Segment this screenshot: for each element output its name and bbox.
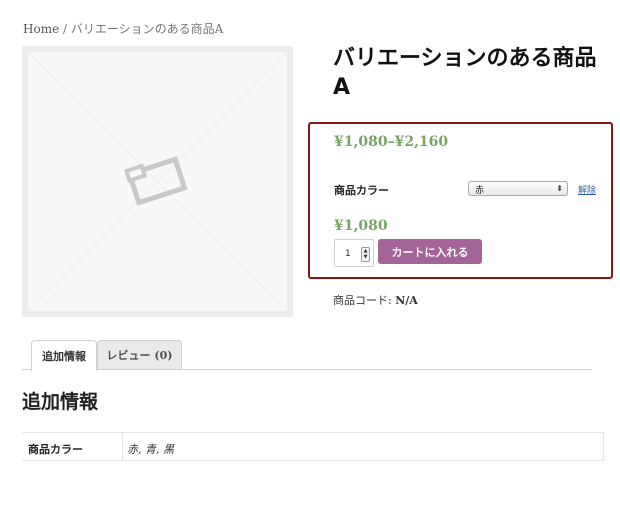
tab-reviews[interactable]: レビュー (0): [97, 340, 182, 369]
quantity-spinner-icon[interactable]: ▲ ▼: [361, 247, 370, 262]
additional-info-heading: 追加情報: [22, 391, 99, 413]
tab-additional-info[interactable]: 追加情報: [31, 340, 97, 371]
breadcrumb-separator: /: [59, 22, 71, 36]
attribute-value: 赤, 青, 黒: [127, 443, 174, 456]
sku-label: 商品コード:: [333, 294, 396, 307]
price-range: ¥1,080–¥2,160: [334, 134, 449, 150]
tabs-divider: [22, 369, 592, 370]
breadcrumb-current: バリエーションのある商品A: [70, 22, 224, 36]
product-image-frame: [28, 52, 287, 311]
sku-value: N/A: [395, 294, 418, 307]
sku-line: 商品コード: N/A: [333, 292, 418, 308]
variation-label: 商品カラー: [334, 184, 389, 197]
add-to-cart-button[interactable]: カートに入れる: [378, 239, 482, 264]
select-arrows-icon: ⬍: [556, 184, 563, 193]
variation-purchase-box: ¥1,080–¥2,160 商品カラー 赤 ⬍ 解除 ¥1,080 1 ▲ ▼ カ…: [308, 122, 613, 279]
image-placeholder-icon: [28, 52, 287, 311]
variation-price: ¥1,080: [334, 218, 388, 234]
reset-variations-link[interactable]: 解除: [578, 183, 596, 196]
product-image-placeholder[interactable]: [22, 46, 293, 317]
attribute-name: 商品カラー: [28, 443, 83, 456]
quantity-value: 1: [345, 249, 351, 259]
quantity-stepper[interactable]: 1 ▲ ▼: [334, 239, 374, 267]
color-select-value: 赤: [475, 186, 485, 196]
attributes-table: 商品カラー 赤, 青, 黒: [22, 432, 604, 461]
breadcrumb: Home / バリエーションのある商品A: [23, 20, 223, 37]
table-cell-divider: [122, 433, 123, 460]
breadcrumb-home-link[interactable]: Home: [23, 22, 59, 36]
color-select[interactable]: 赤 ⬍: [468, 181, 568, 196]
product-title: バリエーションのある商品A: [333, 46, 597, 100]
